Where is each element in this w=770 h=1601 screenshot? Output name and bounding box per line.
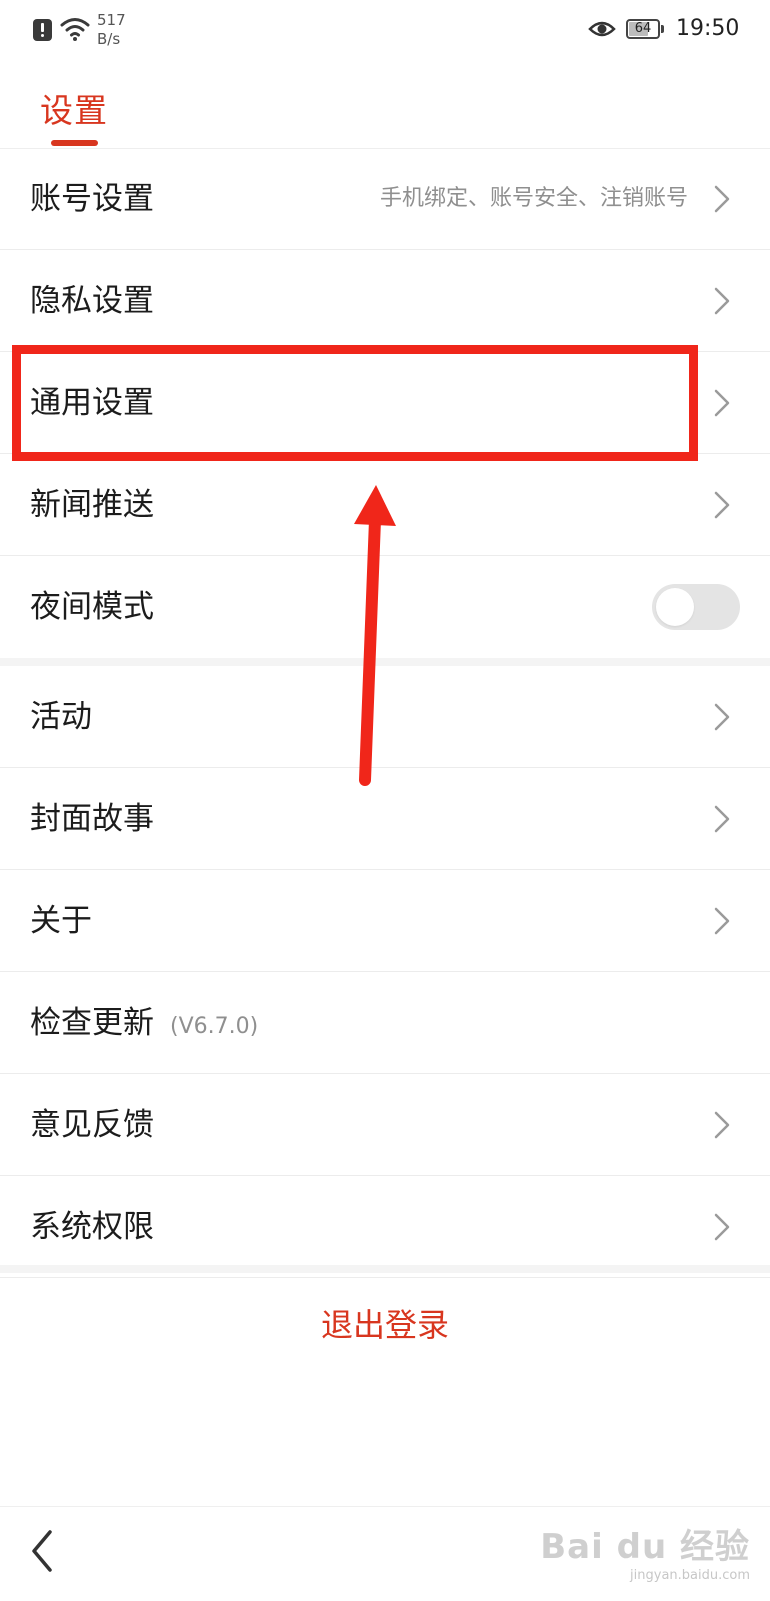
battery-tip (661, 25, 664, 33)
settings-item-about[interactable]: 关于 (0, 870, 770, 972)
chevron-right-icon (714, 185, 730, 213)
chevron-right-icon (714, 703, 730, 731)
settings-item-privacy[interactable]: 隐私设置 (0, 250, 770, 352)
version-text: (V6.7.0) (170, 1014, 259, 1039)
battery-level: 64 (634, 21, 652, 36)
settings-item-label: 意见反馈 (30, 1107, 154, 1143)
settings-item-night-mode: 夜间模式 (0, 556, 770, 658)
settings-item-label: 关于 (30, 903, 92, 939)
bottom-bar: Bai du 经验 jingyan.baidu.com (0, 1506, 770, 1601)
wifi-icon (60, 18, 90, 41)
settings-item-check-update[interactable]: 检查更新 (V6.7.0) (0, 972, 770, 1074)
night-mode-toggle[interactable] (652, 584, 740, 630)
annotation-highlight-box (12, 345, 698, 461)
chevron-right-icon (714, 389, 730, 417)
alert-icon (33, 19, 52, 41)
settings-item-label: 活动 (30, 699, 92, 735)
baidu-jingyan-watermark: Bai du 经验 jingyan.baidu.com (540, 1519, 750, 1583)
settings-item-label: 夜间模式 (30, 589, 154, 625)
toggle-knob (656, 588, 694, 626)
settings-item-feedback[interactable]: 意见反馈 (0, 1074, 770, 1176)
clock: 19:50 (676, 16, 740, 41)
title-underline (51, 140, 98, 146)
settings-item-cover-story[interactable]: 封面故事 (0, 768, 770, 870)
settings-item-label: 隐私设置 (30, 283, 154, 319)
chevron-right-icon (714, 287, 730, 315)
settings-item-permissions[interactable]: 系统权限 (0, 1176, 770, 1278)
battery-icon: 64 (626, 19, 660, 39)
watermark-sub: jingyan.baidu.com (630, 1568, 750, 1583)
chevron-right-icon (714, 1111, 730, 1139)
settings-item-account[interactable]: 账号设置 手机绑定、账号安全、注销账号 (0, 148, 770, 250)
settings-item-news-push[interactable]: 新闻推送 (0, 454, 770, 556)
settings-list: 账号设置 手机绑定、账号安全、注销账号 隐私设置 通用设置 新闻推送 夜间模式 … (0, 148, 770, 1278)
logout-button[interactable]: 退出登录 (0, 1300, 770, 1346)
section-divider (0, 658, 770, 666)
eye-comfort-icon (588, 21, 616, 37)
chevron-right-icon (714, 1213, 730, 1241)
page-header: 设置 (0, 62, 770, 149)
status-bar: 517 B/s 64 19:50 (0, 0, 770, 62)
settings-item-label: 账号设置 (30, 181, 154, 217)
section-divider (0, 1265, 770, 1273)
settings-item-activity[interactable]: 活动 (0, 666, 770, 768)
chevron-right-icon (714, 491, 730, 519)
back-icon[interactable] (28, 1529, 56, 1573)
settings-item-label: 封面故事 (30, 801, 154, 837)
network-speed: 517 B/s (97, 11, 126, 48)
settings-item-label: 系统权限 (30, 1209, 154, 1245)
settings-item-hint: 手机绑定、账号安全、注销账号 (379, 186, 688, 211)
chevron-right-icon (714, 805, 730, 833)
settings-item-label: 新闻推送 (30, 487, 154, 523)
settings-item-label: 检查更新 (V6.7.0) (30, 972, 258, 1078)
check-update-label: 检查更新 (30, 1005, 154, 1041)
page-title[interactable]: 设置 (40, 84, 108, 132)
chevron-right-icon (714, 907, 730, 935)
watermark-main: Bai du 经验 (540, 1527, 750, 1567)
